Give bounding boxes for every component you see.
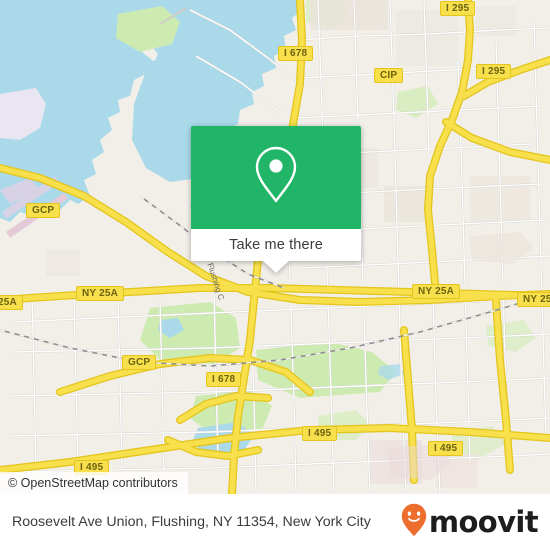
osm-attribution[interactable]: © OpenStreetMap contributors: [0, 472, 188, 494]
map-screenshot: I 295 I 678 CIP I 295 GCP NY 25A 25A NY …: [0, 0, 550, 550]
road-shield[interactable]: I 295: [476, 64, 512, 79]
road-shield[interactable]: 25A: [0, 295, 23, 310]
road-shield[interactable]: I 678: [278, 46, 314, 61]
road-shield[interactable]: I 495: [302, 426, 338, 441]
road-shield[interactable]: GCP: [26, 203, 61, 218]
location-callout-card[interactable]: Take me there: [191, 126, 361, 273]
road-shield[interactable]: I 495: [428, 441, 464, 456]
road-shield[interactable]: I 295: [440, 1, 476, 16]
road-shield[interactable]: NY 25A: [517, 292, 550, 307]
road-shield[interactable]: NY 25A: [76, 286, 125, 301]
callout-image-area: [191, 126, 361, 229]
callout-pointer-tail: [263, 261, 289, 273]
take-me-there-button[interactable]: Take me there: [191, 229, 361, 261]
address-text: Roosevelt Ave Union, Flushing, NY 11354,…: [12, 513, 371, 530]
road-shield[interactable]: I 678: [206, 372, 242, 387]
road-shield[interactable]: NY 25A: [412, 284, 461, 299]
moovit-pin-smiley-icon: [401, 503, 427, 542]
moovit-wordmark: moovit: [428, 504, 539, 539]
road-shield[interactable]: GCP: [122, 355, 157, 370]
take-me-there-label: Take me there: [229, 237, 323, 253]
location-pin-icon: [252, 144, 300, 211]
moovit-logo[interactable]: moovit: [401, 503, 539, 542]
footer-bar: Roosevelt Ave Union, Flushing, NY 11354,…: [0, 494, 550, 550]
map-canvas[interactable]: I 295 I 678 CIP I 295 GCP NY 25A 25A NY …: [0, 0, 550, 494]
road-shield[interactable]: CIP: [374, 68, 404, 83]
